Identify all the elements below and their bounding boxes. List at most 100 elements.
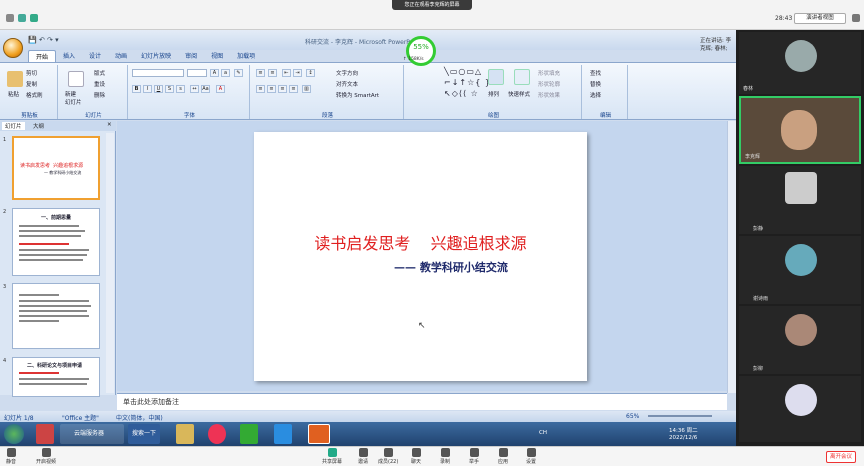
notes-pane[interactable]: 单击此处添加备注 [117,393,727,410]
powerpoint-task-icon[interactable] [308,424,330,444]
layout-button[interactable]: 版式 [94,69,105,77]
arrange-icon[interactable] [488,69,504,85]
quick-styles-icon[interactable] [514,69,530,85]
reset-button[interactable]: 重设 [94,80,105,88]
slide-thumbnail-3[interactable] [12,283,100,349]
participant-tile[interactable]: 彭柳 [739,306,861,374]
smartart-button[interactable]: 转换为 SmartArt [336,91,379,99]
slide-title[interactable]: 读书启发思考 兴趣追根求源 [254,230,587,254]
find-button[interactable]: 查找 [590,69,601,77]
slide-canvas[interactable]: 读书启发思考 兴趣追根求源 —— 教学科研小结交流 ↖ [254,132,587,381]
office-button[interactable] [3,38,23,58]
increase-indent-button[interactable]: ⇥ [293,69,302,77]
shape-fill-button[interactable]: 形状填充 [538,69,560,77]
view-mode-button[interactable]: 演讲者视图 [794,13,846,24]
taskbar-item-cloud[interactable]: 云端服务器 [60,424,124,444]
text-direction-button[interactable]: 文字方向 [336,69,358,77]
meeting-app-icon[interactable] [274,424,292,444]
font-size-combo[interactable] [187,69,207,77]
participant-tile-active[interactable]: 李克辉 [739,96,861,164]
shapes-gallery-row2[interactable]: ⌐↓↑☆{ } [444,78,491,87]
align-text-button[interactable]: 对齐文本 [336,80,358,88]
spacing-button[interactable]: ↔ [190,85,199,93]
tab-slideshow[interactable]: 幻灯片放映 [134,50,178,62]
tab-design[interactable]: 设计 [82,50,108,62]
shadow-button[interactable]: s [176,85,185,93]
new-slide-icon[interactable] [68,71,84,87]
paste-button[interactable]: 粘贴 [8,90,19,98]
bullets-button[interactable]: ≡ [256,69,265,77]
raise-hand-button[interactable]: 举手 [469,448,479,465]
align-right-button[interactable]: ≡ [278,85,287,93]
arrange-button[interactable]: 排列 [488,90,499,98]
quick-access-toolbar[interactable]: 💾 ↶ ↷ ▾ [28,36,59,44]
decrease-indent-button[interactable]: ⇤ [282,69,291,77]
shrink-font-button[interactable]: a [221,69,230,77]
clear-format-button[interactable]: ✎ [234,69,243,77]
tab-slides[interactable]: 幻灯片 [2,122,25,130]
participant-tile[interactable]: 春林 [739,32,861,94]
start-button[interactable] [4,424,24,444]
fullscreen-icon[interactable] [852,14,860,22]
italic-button[interactable]: I [143,85,152,93]
cut-button[interactable]: 剪切 [26,69,37,77]
format-painter-button[interactable]: 格式刷 [26,91,43,99]
signal-icon[interactable] [30,14,38,22]
strike-button[interactable]: S [165,85,174,93]
tab-animation[interactable]: 动画 [108,50,134,62]
chat-button[interactable]: 聊天 [411,448,421,465]
browser-icon[interactable] [208,424,226,444]
quick-styles-button[interactable]: 快速样式 [508,90,530,98]
ime-indicator[interactable]: CH [539,430,547,436]
delete-button[interactable]: 删除 [94,91,105,99]
font-name-combo[interactable] [132,69,184,77]
participant-tile[interactable] [739,376,861,442]
tab-home[interactable]: 开始 [28,50,57,62]
tab-addins[interactable]: 加载项 [230,50,262,62]
paste-icon[interactable] [7,71,23,87]
shape-effects-button[interactable]: 形状效果 [538,91,560,99]
apps-button[interactable]: 应用 [498,448,508,465]
close-icon[interactable]: ✕ [104,122,115,128]
numbering-button[interactable]: ≡ [268,69,277,77]
new-slide-button[interactable]: 新建 幻灯片 [65,90,82,106]
grow-font-button[interactable]: A [210,69,219,77]
tab-view[interactable]: 视图 [204,50,230,62]
tab-outline[interactable]: 大纲 [30,122,47,130]
shapes-gallery-row3[interactable]: ↖◇⟨⟨ ☆ [444,89,479,98]
justify-button[interactable]: ≡ [289,85,298,93]
tab-insert[interactable]: 插入 [56,50,82,62]
folder-icon[interactable] [176,424,194,444]
invite-button[interactable]: 邀请 [358,448,368,465]
panel-scrollbar[interactable] [106,133,114,393]
shape-outline-button[interactable]: 形状轮廓 [538,80,560,88]
select-button[interactable]: 选择 [590,91,601,99]
case-button[interactable]: Aa [201,85,210,93]
leave-meeting-button[interactable]: 离开会议 [826,451,856,463]
shield-icon[interactable] [18,14,26,22]
media-icon[interactable] [240,424,258,444]
slide-thumbnail-2[interactable]: 一、前期思量 [12,208,100,276]
members-button[interactable]: 成员(22) [378,448,398,465]
info-icon[interactable] [6,14,14,22]
underline-button[interactable]: U [154,85,163,93]
record-button[interactable]: 录制 [440,448,450,465]
app-icon[interactable] [36,424,54,444]
columns-button[interactable]: ▥ [302,85,311,93]
line-spacing-button[interactable]: ↕ [306,69,315,77]
align-center-button[interactable]: ≡ [267,85,276,93]
font-color-button[interactable]: A [216,85,225,93]
share-screen-button[interactable]: 共享屏幕 [322,448,342,465]
slide-thumbnail-4[interactable]: 二、科研论文与项目申请 [12,357,100,397]
bold-button[interactable]: B [132,85,141,93]
align-left-button[interactable]: ≡ [256,85,265,93]
slide-scrollbar[interactable] [727,121,736,393]
shapes-gallery[interactable]: ╲▭○▭△ [444,67,482,76]
tab-review[interactable]: 审阅 [178,50,204,62]
settings-button[interactable]: 设置 [526,448,536,465]
replace-button[interactable]: 替换 [590,80,601,88]
slide-subtitle[interactable]: —— 教学科研小结交流 [394,259,508,275]
participant-tile[interactable]: 谢诗雨 [739,236,861,304]
taskbar-search[interactable]: 搜索一下 [128,424,160,444]
slide-thumbnail-1[interactable]: 读书启发思考 兴趣追根求源 — 教学科研小结交流 [12,136,100,200]
